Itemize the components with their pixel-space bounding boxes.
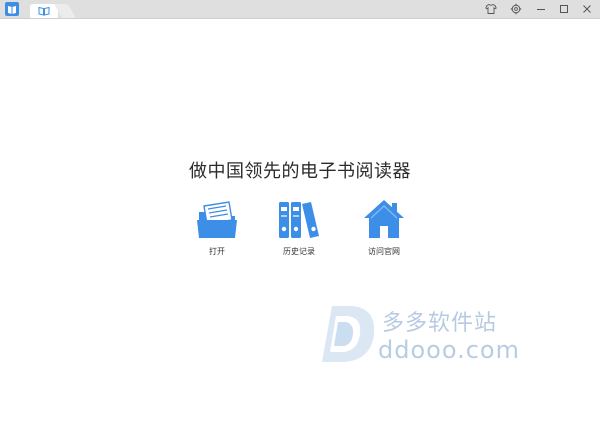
watermark-en-text: ddooo.com (378, 336, 520, 364)
open-label: 打开 (209, 247, 225, 256)
home-icon (362, 198, 406, 242)
history-button[interactable]: 历史记录 (259, 198, 339, 257)
watermark-cn-text: 多多软件站 (382, 311, 498, 336)
folder-icon (195, 198, 239, 242)
title-bar (0, 0, 600, 19)
app-window: 做中国领先的电子书阅读器 打开 历史记录 访问官网 多多软件站 ddooo.co… (0, 0, 600, 426)
book-icon (38, 6, 50, 16)
shirt-icon[interactable] (484, 2, 498, 16)
visit-website-label: 访问官网 (368, 247, 400, 256)
open-button[interactable]: 打开 (177, 198, 257, 257)
watermark-logo-icon (322, 306, 375, 362)
history-label: 历史记录 (283, 247, 315, 256)
watermark: 多多软件站 ddooo.com (318, 302, 548, 372)
visit-website-button[interactable]: 访问官网 (344, 198, 424, 257)
slogan-text: 做中国领先的电子书阅读器 (189, 161, 411, 182)
minimize-icon[interactable] (534, 2, 548, 16)
close-icon[interactable] (580, 2, 594, 16)
binders-icon (277, 198, 321, 242)
maximize-icon[interactable] (557, 2, 571, 16)
tab-reader[interactable] (30, 4, 58, 18)
book-logo-icon[interactable] (5, 2, 19, 16)
gear-icon[interactable] (509, 2, 523, 16)
